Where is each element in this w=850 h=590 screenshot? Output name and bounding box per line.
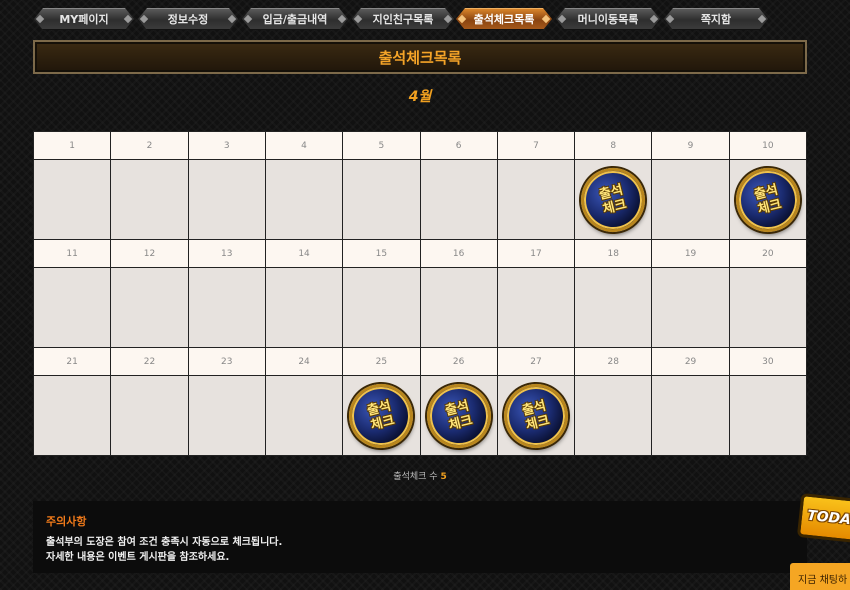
day-cell xyxy=(729,268,806,347)
day-number: 6 xyxy=(420,132,497,159)
day-number: 25 xyxy=(343,348,420,375)
day-number: 8 xyxy=(575,132,652,159)
day-cell xyxy=(652,376,729,455)
day-number: 28 xyxy=(575,348,652,375)
day-cell xyxy=(575,376,652,455)
tab-label: 정보수정 xyxy=(167,13,209,26)
tab-deposit-withdraw[interactable]: 입금/출금내역 xyxy=(242,8,348,30)
day-number: 29 xyxy=(652,348,729,375)
day-number: 14 xyxy=(265,240,343,267)
day-number: 13 xyxy=(188,240,265,267)
attendance-calendar: 1 2 3 4 5 6 7 8 9 10 출석 체크 출석 체크 11 12 13 14 15 16 17 18 19 20 2… xyxy=(33,131,807,456)
tab-attendance[interactable]: 출석체크목록 xyxy=(456,8,552,30)
notice-line: 자세한 내용은 이벤트 게시판을 참조하세요. xyxy=(46,552,230,563)
day-number: 4 xyxy=(265,132,343,159)
day-number: 23 xyxy=(188,348,265,375)
tab-edit-info[interactable]: 정보수정 xyxy=(138,8,238,30)
day-cell xyxy=(111,268,188,347)
tab-friends[interactable]: 지인친구목록 xyxy=(352,8,454,30)
day-cell: 출석 체크 xyxy=(419,376,498,455)
tab-messages[interactable]: 쪽지함 xyxy=(664,8,768,30)
notice-title: 주의사항 xyxy=(46,515,87,528)
day-number: 2 xyxy=(111,132,188,159)
attendance-count-value: 5 xyxy=(440,472,447,482)
page-title: 출석체크목록 xyxy=(378,48,462,67)
attendance-stamp-icon: 출석 체크 xyxy=(729,160,807,239)
day-cell xyxy=(729,376,806,455)
day-number: 15 xyxy=(343,240,420,267)
day-cell xyxy=(497,160,575,239)
today-badge[interactable]: TODAY xyxy=(796,492,850,544)
tab-label: 출석체크목록 xyxy=(473,13,535,26)
day-number: 1 xyxy=(34,132,111,159)
day-number: 19 xyxy=(652,240,729,267)
today-badge-label: TODAY xyxy=(806,507,850,530)
day-number: 22 xyxy=(111,348,188,375)
day-number: 16 xyxy=(420,240,497,267)
day-cell xyxy=(420,268,497,347)
day-cell xyxy=(34,160,111,239)
day-cell xyxy=(188,376,265,455)
day-number: 5 xyxy=(343,132,420,159)
day-number: 7 xyxy=(497,132,575,159)
day-number: 18 xyxy=(575,240,652,267)
day-number: 10 xyxy=(729,132,806,159)
day-cell xyxy=(575,268,652,347)
day-number: 3 xyxy=(188,132,265,159)
tab-label: 입금/출금내역 xyxy=(262,13,328,26)
day-cell xyxy=(343,268,420,347)
day-cell xyxy=(343,160,420,239)
day-number: 20 xyxy=(729,240,806,267)
day-number: 9 xyxy=(652,132,729,159)
day-cell xyxy=(34,376,111,455)
attendance-count-label: 출석체크 수 xyxy=(393,472,438,482)
day-number: 24 xyxy=(265,348,343,375)
day-cell xyxy=(652,160,729,239)
tab-mypage[interactable]: MY페이지 xyxy=(34,8,134,30)
page-title-bar: 출석체크목록 xyxy=(33,40,807,74)
attendance-stamp-icon: 출석 체크 xyxy=(497,376,575,455)
day-cell: 출석 체크 xyxy=(574,160,653,239)
day-cell xyxy=(188,160,265,239)
notice-line: 출석부의 도장은 참여 조건 충족시 자동으로 체크됩니다. xyxy=(46,537,283,548)
month-label: 4월 xyxy=(408,89,432,105)
day-number: 27 xyxy=(497,348,575,375)
day-cell: 출석 체크 xyxy=(497,376,575,455)
day-cell xyxy=(111,376,188,455)
day-cell xyxy=(34,268,111,347)
day-number: 21 xyxy=(34,348,111,375)
day-cell xyxy=(265,268,343,347)
attendance-stamp-icon: 출석 체크 xyxy=(342,376,421,455)
day-number: 11 xyxy=(34,240,111,267)
attendance-stamp-icon: 출석 체크 xyxy=(574,160,653,239)
day-cell xyxy=(420,160,497,239)
tab-label: 지인친구목록 xyxy=(372,13,434,26)
day-cell xyxy=(188,268,265,347)
day-cell: 출석 체크 xyxy=(342,376,421,455)
attendance-stamp-icon: 출석 체크 xyxy=(419,376,498,455)
day-cell xyxy=(265,376,343,455)
tab-label: MY페이지 xyxy=(59,13,109,26)
day-cell xyxy=(111,160,188,239)
day-number: 12 xyxy=(111,240,188,267)
tab-money-transfer[interactable]: 머니이동목록 xyxy=(556,8,660,30)
day-number: 17 xyxy=(497,240,575,267)
day-number: 30 xyxy=(729,348,806,375)
notice-box: 주의사항 출석부의 도장은 참여 조건 충족시 자동으로 체크됩니다. 자세한 … xyxy=(33,501,807,573)
day-cell xyxy=(497,268,575,347)
day-cell xyxy=(652,268,729,347)
chat-button-label: 지금 채팅하 xyxy=(798,574,848,586)
attendance-count: 출석체크 수 5 xyxy=(33,469,807,482)
day-number: 26 xyxy=(420,348,497,375)
tab-label: 쪽지함 xyxy=(700,13,732,26)
day-cell xyxy=(265,160,343,239)
chat-button[interactable]: 지금 채팅하 xyxy=(790,563,850,590)
day-cell: 출석 체크 xyxy=(729,160,807,239)
tab-label: 머니이동목록 xyxy=(577,13,639,26)
